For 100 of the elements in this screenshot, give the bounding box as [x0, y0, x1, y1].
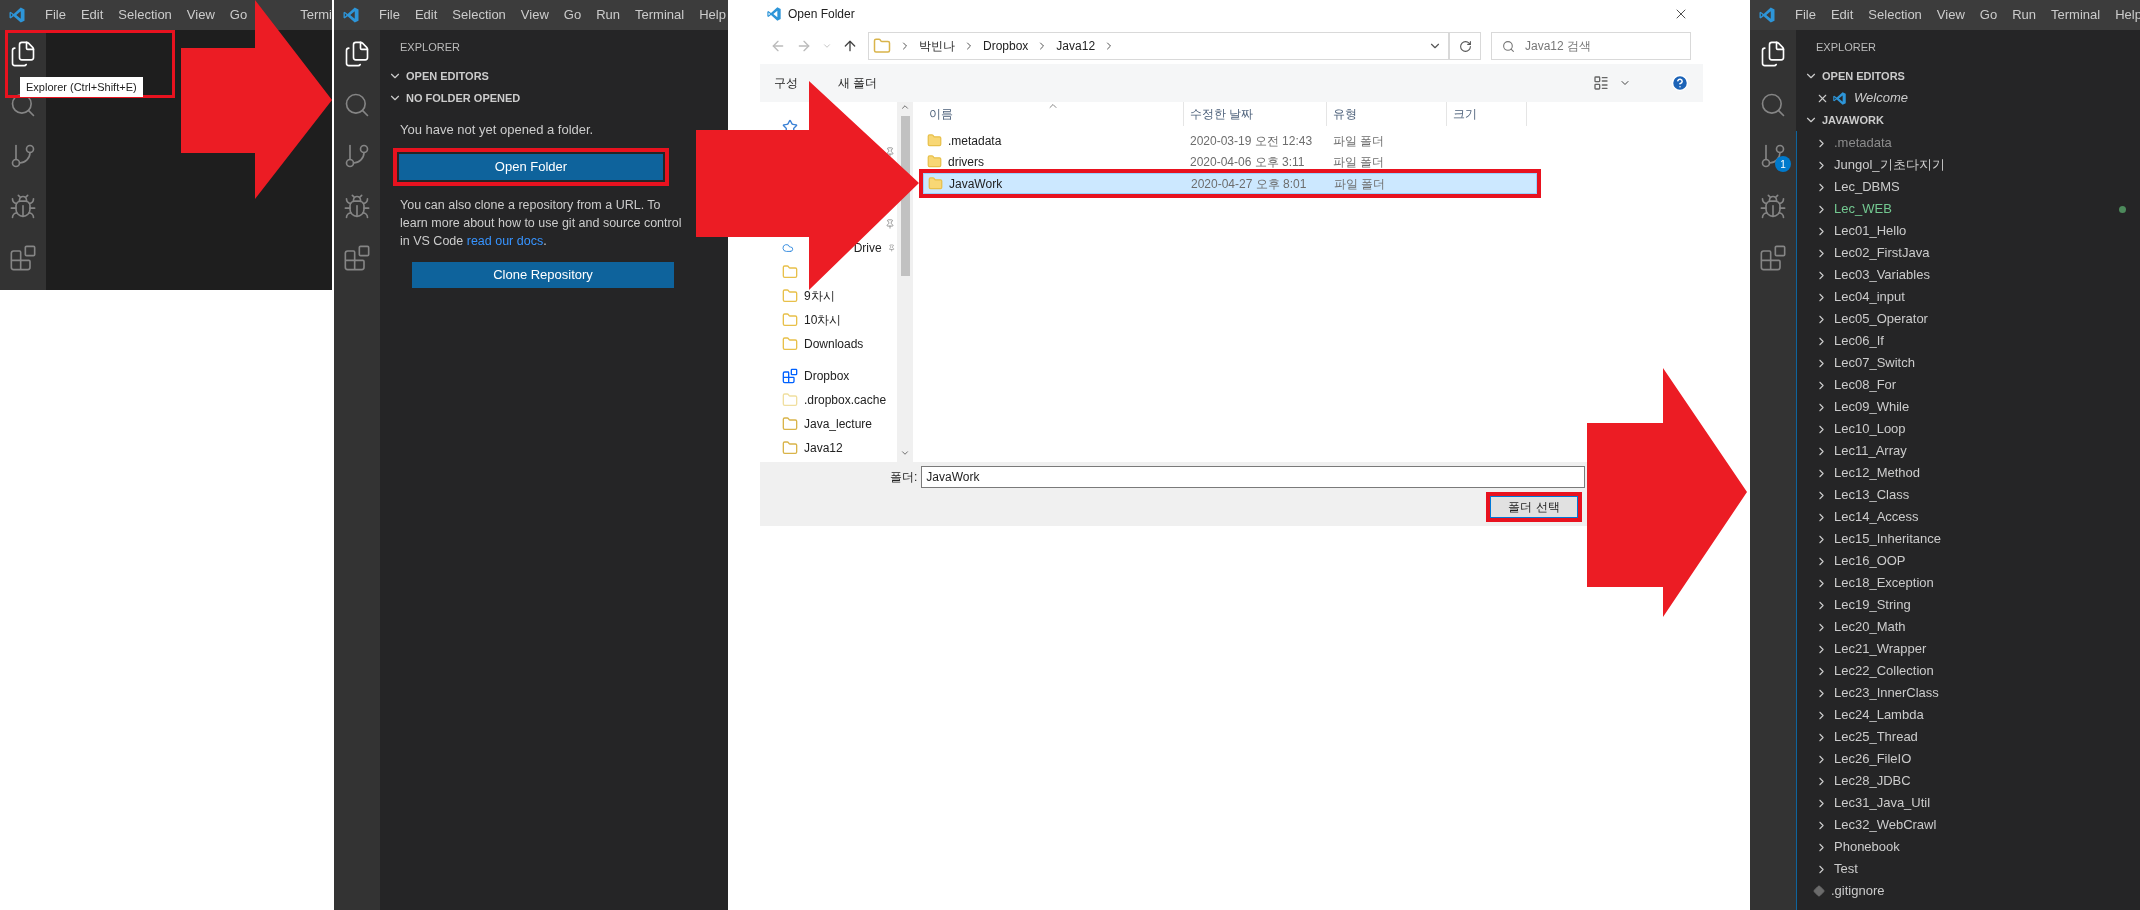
- branch-icon[interactable]: [343, 142, 371, 170]
- menu-item[interactable]: File: [45, 5, 66, 25]
- tree-item[interactable]: Lec_WEB: [1834, 199, 1892, 219]
- section-header[interactable]: OPEN EDITORS: [1796, 65, 2140, 87]
- tree-item[interactable]: Phonebook: [1834, 837, 1900, 857]
- menu-item[interactable]: View: [1936, 5, 1965, 25]
- menu-item[interactable]: Edit: [80, 5, 104, 25]
- help-icon[interactable]: [1671, 74, 1689, 92]
- files-icon[interactable]: [343, 40, 371, 68]
- nav-item[interactable]: Drive: [853, 239, 882, 257]
- bug-icon[interactable]: [9, 193, 37, 221]
- search-field[interactable]: Java12 검색: [1491, 32, 1691, 60]
- menu-item[interactable]: Termi: [300, 5, 332, 25]
- file-row[interactable]: .metadata 2020-03-19 오전 12:43 파일 폴더: [923, 130, 1537, 151]
- tree-item[interactable]: Lec25_Thread: [1834, 727, 1918, 747]
- menu-item[interactable]: Terminal: [635, 5, 685, 25]
- tree-item[interactable]: Lec03_Variables: [1834, 265, 1930, 285]
- nav-item[interactable]: 9차시: [804, 287, 835, 305]
- column-header[interactable]: 크기: [1447, 102, 1527, 126]
- menu-item[interactable]: Help: [699, 5, 726, 25]
- menu-item[interactable]: Run: [596, 5, 620, 25]
- clone-repository-button[interactable]: Clone Repository: [412, 262, 674, 288]
- toolbar-item[interactable]: 새 폴더: [838, 74, 878, 92]
- tree-item[interactable]: Lec32_WebCrawl: [1834, 815, 1937, 835]
- files-icon[interactable]: [1759, 40, 1787, 68]
- tree-item[interactable]: Test: [1834, 859, 1858, 879]
- menu-item[interactable]: File: [379, 5, 400, 25]
- menu-item[interactable]: Terminal: [2051, 5, 2101, 25]
- branch-icon[interactable]: [1759, 142, 1787, 170]
- breadcrumb-item[interactable]: 박빈나: [919, 37, 955, 55]
- branch-icon[interactable]: [9, 142, 37, 170]
- nav-item[interactable]: .dropbox.cache: [804, 391, 887, 409]
- menu-item[interactable]: Edit: [414, 5, 438, 25]
- tree-item[interactable]: .metadata: [1834, 133, 1892, 153]
- scroll-up-icon[interactable]: [900, 102, 910, 112]
- tree-item[interactable]: Lec15_Inheritance: [1834, 529, 1941, 549]
- tree-item[interactable]: Lec06_If: [1834, 331, 1884, 351]
- column-header[interactable]: 이름: [923, 102, 1184, 126]
- menu-item[interactable]: File: [1795, 5, 1816, 25]
- tree-item[interactable]: Lec11_Array: [1834, 441, 1907, 461]
- select-folder-button[interactable]: 폴더 선택: [1490, 496, 1578, 518]
- nav-item[interactable]: Downloads: [804, 335, 864, 353]
- section-header[interactable]: JAVAWORK: [1796, 109, 2140, 131]
- tree-item[interactable]: Lec12_Method: [1834, 463, 1920, 483]
- view-options-icon[interactable]: [1593, 75, 1609, 91]
- open-folder-button[interactable]: Open Folder: [399, 154, 663, 180]
- menu-item[interactable]: Selection: [1868, 5, 1922, 25]
- tree-item[interactable]: Lec07_Switch: [1834, 353, 1915, 373]
- nav-item[interactable]: Java12: [804, 439, 843, 457]
- back-icon[interactable]: [770, 38, 786, 54]
- tree-item[interactable]: Lec24_Lambda: [1834, 705, 1924, 725]
- breadcrumb-item[interactable]: Dropbox: [983, 37, 1029, 55]
- refresh-button[interactable]: [1449, 32, 1481, 60]
- tree-item[interactable]: Lec_DBMS: [1834, 177, 1900, 197]
- tree-item[interactable]: Lec05_Operator: [1834, 309, 1928, 329]
- forward-icon[interactable]: [796, 38, 812, 54]
- tree-item[interactable]: Lec09_While: [1834, 397, 1910, 417]
- blocks-icon[interactable]: [9, 244, 37, 272]
- tree-item[interactable]: .gitignore: [1831, 881, 1885, 901]
- breadcrumb-item[interactable]: Java12: [1056, 37, 1096, 55]
- tree-item[interactable]: Lec22_Collection: [1834, 661, 1934, 681]
- tree-item[interactable]: Lec02_FirstJava: [1834, 243, 1930, 263]
- tree-item[interactable]: Jungol_기초다지기: [1834, 155, 1945, 175]
- tree-item[interactable]: Lec20_Math: [1834, 617, 1906, 637]
- bug-icon[interactable]: [1759, 193, 1787, 221]
- section-header[interactable]: NO FOLDER OPENED: [380, 87, 728, 109]
- menu-item[interactable]: Run: [2012, 5, 2036, 25]
- folder-name-field[interactable]: JavaWork: [921, 466, 1585, 488]
- blocks-icon[interactable]: [1759, 244, 1787, 272]
- menu-item[interactable]: Go: [1979, 5, 1998, 25]
- search-icon[interactable]: [9, 91, 37, 119]
- menu-item[interactable]: Go: [563, 5, 582, 25]
- editor-tab-item[interactable]: Welcome: [1854, 88, 1908, 108]
- column-header[interactable]: 유형: [1327, 102, 1447, 126]
- blocks-icon[interactable]: [343, 244, 371, 272]
- menu-item[interactable]: View: [186, 5, 215, 25]
- nav-item[interactable]: Dropbox: [804, 367, 850, 385]
- menu-item[interactable]: Edit: [1830, 5, 1854, 25]
- nav-item[interactable]: Java_lecture: [804, 415, 873, 433]
- tree-item[interactable]: Lec04_input: [1834, 287, 1905, 307]
- file-row[interactable]: drivers 2020-04-06 오후 3:11 파일 폴더: [923, 151, 1537, 172]
- column-header[interactable]: 수정한 날짜: [1184, 102, 1327, 126]
- nav-item[interactable]: 10차시: [804, 311, 842, 329]
- tree-item[interactable]: Lec14_Access: [1834, 507, 1919, 527]
- menu-item[interactable]: Selection: [452, 5, 506, 25]
- tree-item[interactable]: Lec31_Java_Util: [1834, 793, 1931, 813]
- section-header[interactable]: OPEN EDITORS: [380, 65, 728, 87]
- tree-item[interactable]: Lec01_Hello: [1834, 221, 1907, 241]
- scroll-down-icon[interactable]: [900, 448, 910, 458]
- menu-item[interactable]: View: [520, 5, 549, 25]
- tree-item[interactable]: Lec08_For: [1834, 375, 1897, 395]
- bug-icon[interactable]: [343, 193, 371, 221]
- tree-item[interactable]: Lec21_Wrapper: [1834, 639, 1927, 659]
- tree-item[interactable]: Lec26_FileIO: [1834, 749, 1912, 769]
- tree-item[interactable]: Lec23_InnerClass: [1834, 683, 1939, 703]
- file-row[interactable]: JavaWork 2020-04-27 오후 8:01 파일 폴더: [923, 173, 1537, 194]
- menu-item[interactable]: Selection: [118, 5, 172, 25]
- address-bar[interactable]: 박빈나 Dropbox Java12: [868, 32, 1449, 60]
- tree-item[interactable]: Lec16_OOP: [1834, 551, 1906, 571]
- tree-item[interactable]: Lec10_Loop: [1834, 419, 1906, 439]
